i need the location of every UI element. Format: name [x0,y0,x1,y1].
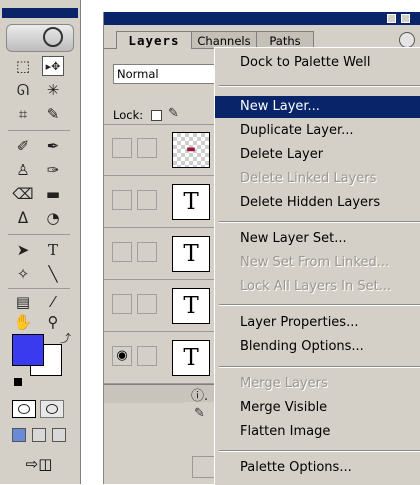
text-layer-thumbnail: T [172,340,210,376]
menu-item-dock-to-palette-well[interactable]: Dock to Palette Well [215,52,420,74]
history-brush-tool-icon[interactable]: ✑ [42,160,64,180]
layer-link-toggle[interactable] [137,190,157,210]
clone-stamp-tool-icon[interactable]: ♙ [12,160,34,180]
close-palette-button[interactable] [401,14,410,23]
menu-item-new-set-from-linked[interactable]: New Set From Linked... [215,252,420,274]
tools-panel-title-bar[interactable] [2,8,78,18]
type-tool-icon[interactable]: T [42,240,64,260]
text-layer-thumbnail: T [172,236,210,272]
eyedropper-tool-icon[interactable]: ⁄ [42,292,64,312]
tools-divider [8,288,70,289]
standard-screen-mode-button[interactable] [12,428,26,442]
layer-link-toggle[interactable] [137,346,157,366]
palette-menu-button[interactable] [399,32,415,48]
eraser-tool-icon[interactable]: ⌫ [12,184,34,204]
layer-visibility-toggle[interactable]: ◉ [112,346,132,366]
eye-icon: ◉ [116,348,128,363]
foreground-color-swatch[interactable] [12,334,44,366]
menu-separator [219,221,420,223]
standard-mode-button[interactable] [12,400,36,418]
layer-visibility-toggle[interactable] [112,242,132,262]
healing-brush-tool-icon[interactable]: ✐ [12,136,34,156]
magic-wand-tool-icon[interactable]: ✳ [42,80,64,100]
full-screen-mode-button[interactable] [52,428,66,442]
layer-link-toggle[interactable] [137,294,157,314]
layer-thumbnail: ▬ [172,132,210,168]
layer-link-toggle[interactable] [137,138,157,158]
notes-tool-icon[interactable]: ▤ [12,292,34,312]
pen-tool-icon[interactable]: ✧ [12,264,34,284]
menu-separator [219,450,420,452]
menu-item-merge-visible[interactable]: Merge Visible [215,397,420,419]
menu-item-flatten-image[interactable]: Flatten Image [215,421,420,443]
swap-colors-icon[interactable]: ⤴ [60,330,71,346]
photoshop-logo-icon[interactable] [6,24,74,52]
menu-separator [219,85,420,87]
text-layer-thumbnail: T [172,288,210,324]
layer-visibility-toggle[interactable] [112,138,132,158]
menu-item-new-layer[interactable]: New Layer... [215,96,420,118]
menu-item-duplicate-layer[interactable]: Duplicate Layer... [215,120,420,142]
tab-layers[interactable]: Layers [116,31,192,49]
tools-panel: ⬚ ▸✥ ᘏ ✳ ⌗ ✎ ✐ ✒ ♙ ✑ ⌫ ▬ ᐃ ◔ ➤ T ✧ ╲ ▤ ⁄… [0,0,81,484]
line-tool-icon[interactable]: ╲ [42,264,64,284]
brush-tool-icon[interactable]: ✒ [42,136,64,156]
layer-visibility-toggle[interactable] [112,294,132,314]
slice-tool-icon[interactable]: ✎ [42,104,64,124]
crop-tool-icon[interactable]: ⌗ [12,104,34,124]
path-selection-tool-icon[interactable]: ➤ [12,240,34,260]
tools-divider [8,234,70,235]
lock-transparency-checkbox[interactable] [151,110,162,121]
menu-item-delete-hidden-layers[interactable]: Delete Hidden Layers [215,192,420,214]
menu-item-delete-linked-layers[interactable]: Delete Linked Layers [215,168,420,190]
gradient-tool-icon[interactable]: ▬ [42,184,64,204]
menu-item-new-layer-set[interactable]: New Layer Set... [215,228,420,250]
blur-tool-icon[interactable]: ᐃ [12,208,34,228]
menu-item-blending-options[interactable]: Blending Options... [215,336,420,358]
menu-item-merge-layers[interactable]: Merge Layers [215,373,420,395]
marquee-tool-icon[interactable]: ⬚ [12,56,34,76]
menu-item-layer-properties[interactable]: Layer Properties... [215,312,420,334]
text-layer-thumbnail: T [172,184,210,220]
zoom-tool-icon[interactable]: ⚲ [42,312,64,332]
minimize-palette-button[interactable] [387,14,396,23]
quick-mask-mode-button[interactable] [40,400,64,418]
tools-divider [8,130,70,131]
hand-tool-icon[interactable]: ✋ [12,312,34,332]
jump-to-imageready-icon[interactable]: ⇨◫ [10,452,68,476]
menu-separator [219,304,420,306]
full-screen-menu-mode-button[interactable] [32,428,46,442]
default-colors-icon[interactable] [14,378,22,386]
layer-visibility-toggle[interactable] [112,190,132,210]
effects-brush-icon: ✎ [194,406,205,421]
move-tool-icon[interactable]: ▸✥ [42,56,64,76]
menu-item-delete-layer[interactable]: Delete Layer [215,144,420,166]
menu-item-lock-all-layers-in-set[interactable]: Lock All Layers In Set... [215,276,420,298]
dodge-tool-icon[interactable]: ◔ [42,208,64,228]
layers-palette-menu: Dock to Palette Well New Layer... Duplic… [214,47,420,485]
lock-label: Lock: [113,108,144,122]
lock-pixels-icon[interactable]: ✎ [168,106,179,121]
menu-item-palette-options[interactable]: Palette Options... [215,457,420,479]
palette-title-bar[interactable] [104,12,420,25]
lasso-tool-icon[interactable]: ᘏ [12,80,34,100]
layer-link-toggle[interactable] [137,242,157,262]
menu-separator [219,366,420,368]
